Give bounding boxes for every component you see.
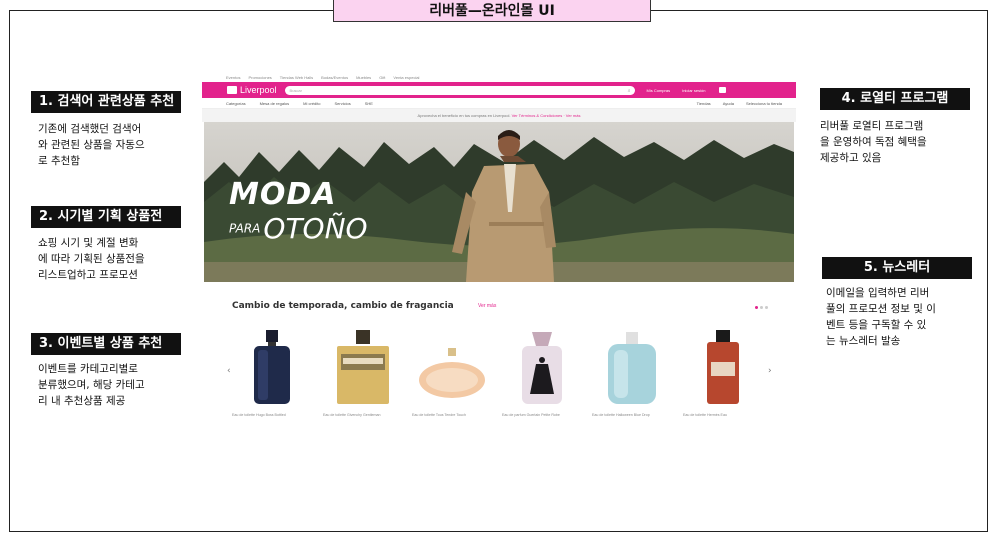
- nav-she[interactable]: SHE: [365, 101, 373, 106]
- search-placeholder: Buscar: [289, 87, 302, 93]
- section-title: Cambio de temporada, cambio de fragancia: [232, 301, 454, 311]
- nav-credit[interactable]: Mi crédito: [303, 101, 320, 106]
- product-name[interactable]: Eau de toilette Givenchy Gentleman: [323, 413, 403, 417]
- promo-text: Aprovecha el beneficio en tus compras en…: [417, 113, 512, 118]
- hero-subheading: PARA OTOÑO: [229, 212, 368, 245]
- product-card[interactable]: Eau de toilette Tous Tendre Touch: [412, 328, 492, 417]
- promo-link[interactable]: Ver Términos & Condiciones · Ver más: [512, 113, 581, 118]
- liverpool-homepage-screenshot: Eventos Promociones Tiendas Web Halls Bo…: [202, 73, 796, 425]
- nav-categories[interactable]: Categorías: [226, 101, 246, 106]
- annotation-1-heading: 1. 검색어 관련상품 추천: [31, 91, 181, 113]
- site-header: Liverpool Buscar ⌕ Mis Compras Iniciar s…: [202, 82, 796, 98]
- annotation-2-body: 쇼핑 시기 및 계절 변화 에 따라 기획된 상품전을 리스트업하고 프로모션: [38, 237, 145, 281]
- carousel-next-arrow-icon[interactable]: ›: [768, 366, 772, 376]
- top-link[interactable]: Gift: [379, 75, 385, 80]
- hero-heading: MODA: [229, 177, 337, 212]
- carousel-prev-arrow-icon[interactable]: ‹: [227, 366, 231, 376]
- nav-help[interactable]: Ayuda: [723, 101, 734, 106]
- annotation-5-body: 이메일을 입력하면 리버 풀의 프로모션 정보 및 이 벤트 등을 구독할 수 …: [826, 287, 936, 347]
- search-input[interactable]: Buscar ⌕: [284, 85, 635, 96]
- annotation-5-heading: 5. 뉴스레터: [822, 257, 972, 279]
- annotation-4-body: 리버풀 로열티 프로그램 을 운영하여 독점 혜택을 제공하고 있음: [820, 120, 927, 164]
- perfume-bottle-image: [419, 348, 485, 398]
- nav-stores[interactable]: Tiendas: [697, 101, 711, 106]
- perfume-bottle-image: [254, 330, 290, 404]
- product-card[interactable]: Eau de toilette Hugo Boss Bottled: [232, 328, 312, 417]
- perfume-bottle-image: [337, 330, 389, 404]
- search-icon[interactable]: ⌕: [628, 87, 631, 96]
- category-nav: Categorías Mesa de regalos Mi crédito Se…: [202, 98, 796, 109]
- perfume-bottle-image: [522, 332, 562, 404]
- product-name[interactable]: Eau de toilette Hugo Boss Bottled: [232, 413, 312, 417]
- top-link[interactable]: Venta especial: [393, 75, 419, 80]
- annotation-1-body: 기존에 검색했던 검색어 와 관련된 상품을 자동으 로 추천함: [38, 123, 145, 167]
- top-link[interactable]: Tiendas Web Halls: [280, 75, 313, 80]
- product-name[interactable]: Eau de parfum Guerlain Petite Robe: [502, 413, 582, 417]
- nav-gift-registry[interactable]: Mesa de regalos: [260, 101, 290, 106]
- top-link[interactable]: Eventos: [226, 75, 240, 80]
- product-card[interactable]: Eau de toilette Halloween Blue Drop: [592, 328, 672, 417]
- product-name[interactable]: Eau de toilette Hermès Eau: [683, 413, 763, 417]
- top-link[interactable]: Promociones: [248, 75, 271, 80]
- page-title: 리버풀—온라인몰 UI: [333, 0, 651, 22]
- section-view-more-link[interactable]: Ver más: [478, 303, 496, 309]
- product-card[interactable]: Eau de toilette Givenchy Gentleman: [323, 328, 403, 417]
- product-name[interactable]: Eau de toilette Halloween Blue Drop: [592, 413, 672, 417]
- login-link[interactable]: Iniciar sesión: [682, 88, 705, 93]
- hero-banner[interactable]: MODA PARA OTOÑO: [204, 122, 794, 282]
- site-logo[interactable]: Liverpool: [240, 85, 277, 95]
- top-link[interactable]: Muebles: [356, 75, 371, 80]
- liverpool-logo-icon[interactable]: [227, 86, 237, 94]
- product-card[interactable]: Eau de toilette Hermès Eau: [683, 328, 763, 417]
- product-name[interactable]: Eau de toilette Tous Tendre Touch: [412, 413, 492, 417]
- perfume-bottle-image: [707, 330, 739, 404]
- annotation-2-heading: 2. 시기별 기획 상품전: [31, 206, 181, 228]
- perfume-bottle-image: [608, 332, 656, 404]
- nav-select-store[interactable]: Selecciona tu tienda: [746, 101, 782, 106]
- nav-services[interactable]: Servicios: [335, 101, 351, 106]
- carousel-dots[interactable]: [755, 306, 768, 309]
- annotation-4-heading: 4. 로열티 프로그램: [820, 88, 970, 110]
- promo-banner: Aprovecha el beneficio en tus compras en…: [202, 109, 796, 122]
- top-utility-links: Eventos Promociones Tiendas Web Halls Bo…: [202, 73, 796, 82]
- annotation-3-body: 이벤트를 카테고리별로 분류했으며, 해당 카테고 리 내 추천상품 제공: [38, 363, 145, 407]
- top-link[interactable]: Bodas/Eventos: [321, 75, 348, 80]
- shopping-bag-icon[interactable]: [719, 87, 727, 93]
- product-card[interactable]: Eau de parfum Guerlain Petite Robe: [502, 328, 582, 417]
- my-orders-link[interactable]: Mis Compras: [647, 88, 671, 93]
- annotation-3-heading: 3. 이벤트별 상품 추천: [31, 333, 181, 355]
